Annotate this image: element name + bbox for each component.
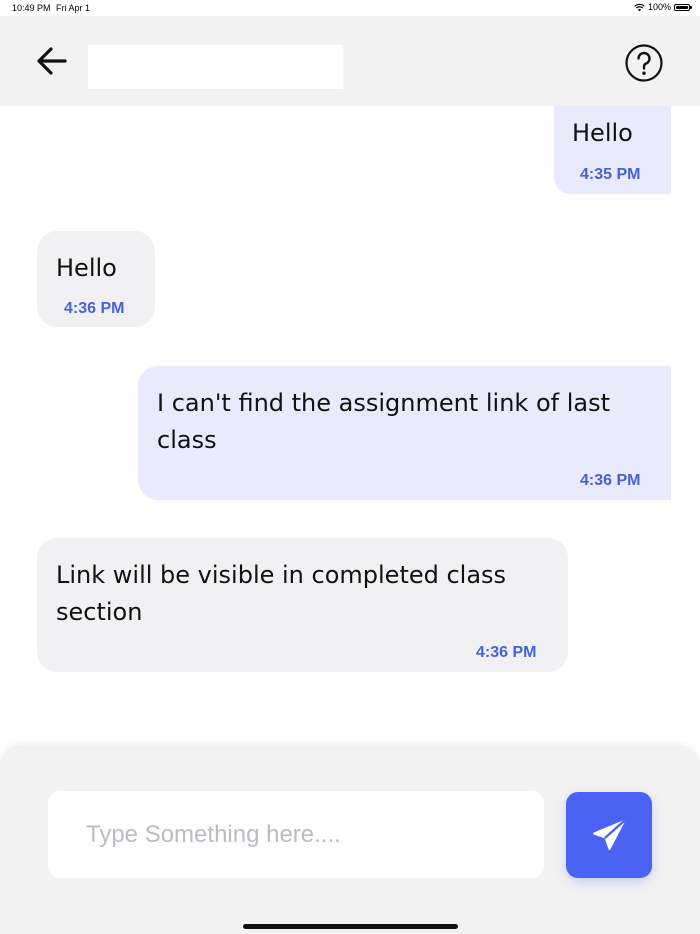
message-text: Hello xyxy=(56,254,117,282)
message-time: 4:36 PM xyxy=(64,300,125,317)
message-time: 4:35 PM xyxy=(580,166,641,183)
status-date: Fri Apr 1 xyxy=(56,3,91,13)
message-bubble-sent[interactable]: Hello 4:35 PM xyxy=(554,106,671,194)
message-time: 4:36 PM xyxy=(580,472,641,489)
message-bubble-sent[interactable]: I can't find the assignment link of last… xyxy=(138,366,671,500)
back-button[interactable] xyxy=(32,41,72,81)
battery-icon xyxy=(674,3,692,11)
battery-level xyxy=(676,5,688,9)
wifi-icon xyxy=(634,3,645,11)
message-composer xyxy=(0,745,700,934)
send-button[interactable] xyxy=(566,792,652,878)
chat-title-box xyxy=(88,45,343,89)
home-indicator xyxy=(243,924,458,929)
status-indicators: 100% xyxy=(634,2,692,12)
message-input[interactable] xyxy=(48,791,544,878)
message-text: I can't find the assignment link of last… xyxy=(157,389,611,454)
arrow-left-icon xyxy=(37,47,67,75)
message-bubble-received[interactable]: Hello 4:36 PM xyxy=(37,231,155,327)
message-bubble-received[interactable]: Link will be visible in completed class … xyxy=(37,538,568,672)
status-bar: 10:49 PM Fri Apr 1 100% xyxy=(0,0,700,16)
help-button[interactable] xyxy=(624,43,664,83)
status-time: 10:49 PM xyxy=(12,3,51,13)
chat-header xyxy=(0,16,700,106)
question-circle-icon xyxy=(625,44,663,82)
message-text: Hello xyxy=(572,119,633,147)
paper-plane-icon xyxy=(593,819,626,850)
message-list[interactable]: Hello 4:35 PM Hello 4:36 PM I can't find… xyxy=(0,106,700,746)
battery-percent: 100% xyxy=(647,2,671,12)
message-text: Link will be visible in completed class … xyxy=(56,561,507,626)
message-time: 4:36 PM xyxy=(476,644,537,661)
